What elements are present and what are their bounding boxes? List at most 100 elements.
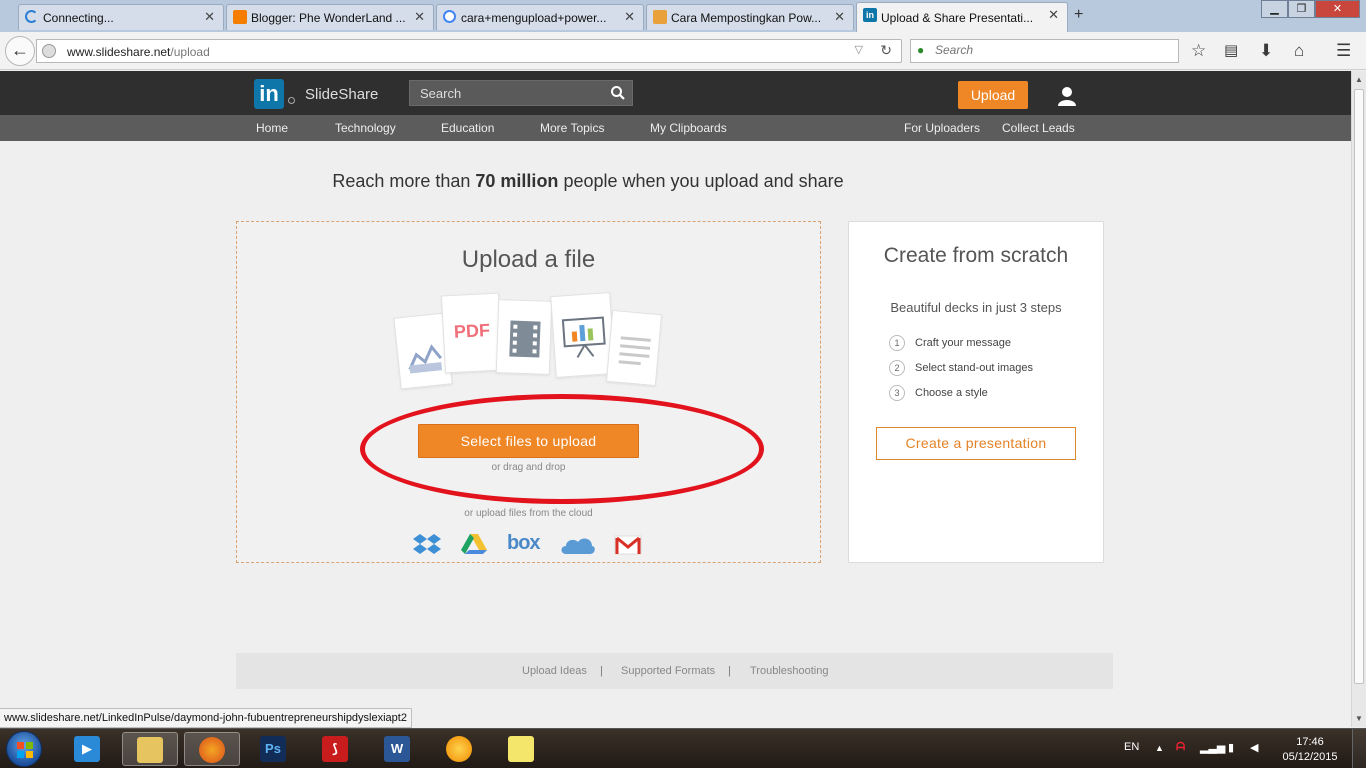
google-drive-icon[interactable]: [460, 532, 488, 556]
globe-icon: [42, 44, 56, 58]
scrollbar-thumb[interactable]: [1354, 89, 1364, 684]
step-item: 3 Choose a style: [889, 385, 988, 401]
upload-dropzone[interactable]: Upload a file PDF Select files to upload…: [236, 221, 821, 563]
system-clock[interactable]: 17:46 05/12/2015: [1278, 735, 1342, 765]
user-icon[interactable]: [1058, 86, 1076, 106]
file-explorer-icon[interactable]: [122, 732, 178, 766]
bookmark-star-icon[interactable]: ☆: [1191, 41, 1206, 61]
link-supported-formats[interactable]: Supported Formats: [621, 665, 715, 677]
linkedin-logo-icon[interactable]: in: [254, 79, 284, 109]
volume-icon[interactable]: ◀: [1250, 741, 1258, 754]
antivirus-icon[interactable]: ᗩ: [1176, 741, 1185, 754]
photoshop-icon[interactable]: Ps: [246, 732, 302, 766]
tab-title: Blogger: Phe WonderLand ...: [251, 10, 406, 25]
file-types-illustration: PDF: [391, 290, 671, 400]
select-files-button[interactable]: Select files to upload: [418, 424, 639, 458]
battery-icon[interactable]: ▮: [1228, 741, 1234, 754]
upload-button[interactable]: Upload: [958, 81, 1028, 109]
home-icon[interactable]: ⌂: [1294, 41, 1304, 61]
menu-more-topics[interactable]: More Topics: [540, 121, 604, 135]
menu-home[interactable]: Home: [256, 121, 288, 135]
start-button[interactable]: [6, 731, 42, 767]
network-signal-icon[interactable]: ▂▃▅: [1200, 741, 1225, 754]
linkedin-icon: in: [863, 8, 877, 22]
address-bar[interactable]: www.slideshare.net/upload ▽ ↻: [36, 39, 902, 63]
reload-icon[interactable]: ↻: [880, 42, 892, 59]
windows-logo-icon: [17, 742, 33, 758]
presentation-doc-icon: [550, 292, 616, 378]
site-search[interactable]: [409, 80, 633, 106]
dropbox-icon[interactable]: [412, 532, 442, 556]
close-icon[interactable]: ✕: [204, 9, 215, 25]
google-icon: [443, 10, 456, 23]
menu-hamburger-icon[interactable]: ☰: [1336, 41, 1351, 61]
tab-title: Connecting...: [43, 10, 114, 25]
dropdown-arrow-icon[interactable]: ▽: [855, 43, 863, 56]
close-icon[interactable]: ✕: [414, 9, 425, 25]
sticky-notes-icon[interactable]: [494, 732, 550, 766]
clock-time: 17:46: [1296, 736, 1324, 748]
maximize-icon[interactable]: ❐: [1288, 0, 1315, 18]
bookmarks-list-icon[interactable]: ▤: [1224, 41, 1238, 59]
menu-education[interactable]: Education: [441, 121, 494, 135]
close-icon[interactable]: ✕: [624, 9, 635, 25]
menu-for-uploaders[interactable]: For Uploaders: [904, 121, 980, 135]
clock-date: 05/12/2015: [1282, 751, 1338, 763]
word-icon[interactable]: W: [370, 732, 426, 766]
window-close-icon[interactable]: ✕: [1315, 0, 1360, 18]
tab-blog-post[interactable]: Cara Mempostingkan Pow... ✕: [646, 4, 854, 30]
download-icon[interactable]: ⬇: [1259, 41, 1273, 61]
pdf-doc-icon: PDF: [440, 292, 504, 374]
firefox-icon[interactable]: [184, 732, 240, 766]
tab-title: Upload & Share Presentati...: [881, 10, 1034, 25]
registered-mark-icon: [288, 97, 295, 104]
link-upload-ideas[interactable]: Upload Ideas: [522, 665, 587, 677]
scroll-down-icon[interactable]: ▼: [1355, 714, 1363, 723]
scratch-subtitle: Beautiful decks in just 3 steps: [890, 300, 1062, 315]
media-player-icon[interactable]: ▶: [60, 732, 116, 766]
show-desktop-button[interactable]: [1352, 729, 1366, 768]
acrobat-icon[interactable]: ⟆: [308, 732, 364, 766]
search-icon[interactable]: [610, 85, 626, 101]
create-presentation-button[interactable]: Create a presentation: [876, 427, 1076, 460]
site-search-input[interactable]: [420, 86, 600, 101]
minimize-icon[interactable]: ▁: [1261, 0, 1288, 18]
menu-technology[interactable]: Technology: [335, 121, 396, 135]
site-header: in SlideShare Upload: [0, 71, 1366, 115]
tab-blogger[interactable]: Blogger: Phe WonderLand ... ✕: [226, 4, 434, 30]
menu-collect-leads[interactable]: Collect Leads: [1002, 121, 1075, 135]
footer-separator: |: [600, 665, 603, 677]
tab-google[interactable]: cara+mengupload+power... ✕: [436, 4, 644, 30]
browser-search-box[interactable]: ●: [910, 39, 1179, 63]
upload-title: Upload a file: [461, 246, 596, 273]
tab-title: Cara Mempostingkan Pow...: [671, 10, 822, 25]
status-bar-url: www.slideshare.net/LinkedInPulse/daymond…: [0, 708, 412, 728]
language-indicator[interactable]: EN: [1124, 741, 1139, 753]
tab-slideshare-upload[interactable]: in Upload & Share Presentati... ✕: [856, 2, 1068, 32]
close-icon[interactable]: ✕: [1048, 7, 1059, 23]
scratch-title: Create from scratch: [883, 244, 1069, 267]
new-tab-icon[interactable]: +: [1074, 6, 1083, 24]
link-troubleshooting[interactable]: Troubleshooting: [750, 665, 828, 677]
create-from-scratch-panel: Create from scratch Beautiful decks in j…: [848, 221, 1104, 563]
close-icon[interactable]: ✕: [834, 9, 845, 25]
browser-tab-bar: Connecting... ✕ Blogger: Phe WonderLand …: [0, 0, 1366, 32]
cloud-services: box: [412, 532, 652, 556]
browser-search-input[interactable]: [935, 43, 1165, 57]
site-brand[interactable]: SlideShare: [305, 86, 378, 103]
window-controls: ▁ ❐ ✕: [1261, 0, 1360, 18]
back-arrow-icon[interactable]: ←: [5, 36, 35, 66]
onedrive-icon[interactable]: [560, 534, 596, 556]
gmail-icon[interactable]: [614, 535, 642, 555]
footer-links: Upload Ideas | Supported Formats | Troub…: [236, 653, 1113, 689]
menu-my-clipboards[interactable]: My Clipboards: [650, 121, 727, 135]
tray-expand-icon[interactable]: ▲: [1155, 743, 1164, 753]
tab-connecting[interactable]: Connecting... ✕: [18, 4, 224, 30]
video-doc-icon: [495, 299, 553, 375]
scroll-up-icon[interactable]: ▲: [1355, 75, 1363, 84]
site-menu: Home Technology Education More Topics My…: [0, 115, 1366, 141]
app-orb-icon[interactable]: [432, 732, 488, 766]
box-icon[interactable]: box: [507, 532, 541, 555]
browser-nav-bar: ← www.slideshare.net/upload ▽ ↻ ● ☆ ▤ ⬇ …: [0, 32, 1366, 70]
page-scrollbar[interactable]: ▲ ▼: [1351, 71, 1366, 727]
